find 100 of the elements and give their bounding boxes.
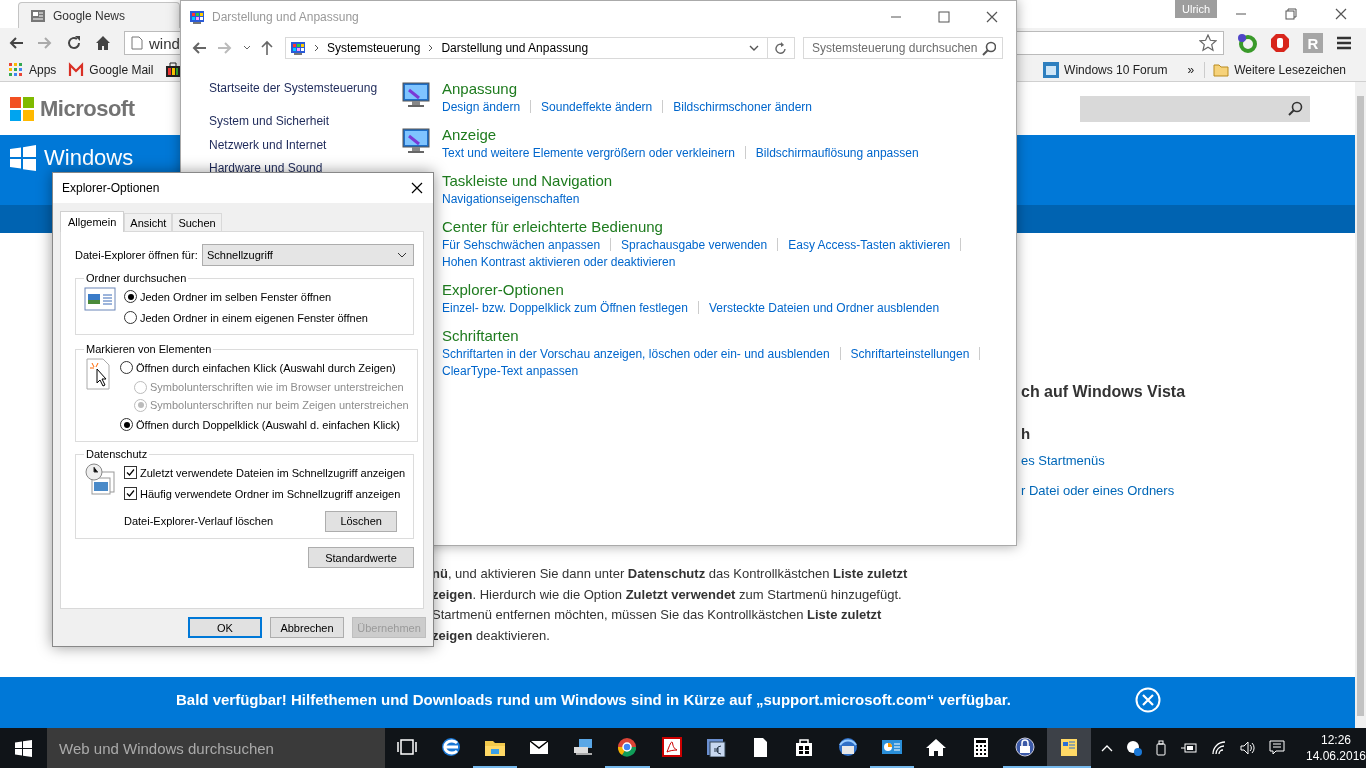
- category-link[interactable]: Bildschirmschoner ändern: [673, 99, 812, 114]
- category-title[interactable]: Explorer-Optionen: [442, 281, 940, 299]
- close-icon[interactable]: [411, 182, 423, 194]
- radio-button[interactable]: [124, 290, 137, 303]
- control-panel-icon: [290, 41, 306, 55]
- category-title[interactable]: Anpassung: [442, 80, 812, 98]
- nav-link[interactable]: Startseite der Systemsteuerung: [209, 81, 401, 95]
- category-link[interactable]: Navigationseigenschaften: [442, 191, 580, 206]
- nav-link[interactable]: Netzwerk und Internet: [209, 137, 401, 152]
- scrollbar[interactable]: [1355, 82, 1366, 728]
- stop-hand-icon[interactable]: [1270, 33, 1290, 53]
- radio-button[interactable]: [120, 418, 133, 431]
- tab[interactable]: Suchen: [172, 213, 222, 231]
- category-link[interactable]: Schriftarteinstellungen: [850, 346, 970, 361]
- news-favicon: [31, 9, 45, 22]
- category-link[interactable]: Versteckte Dateien und Ordner ausblenden: [708, 300, 940, 315]
- star-icon[interactable]: [1199, 34, 1217, 52]
- restore-icon[interactable]: [1285, 8, 1297, 20]
- category-link[interactable]: ClearType-Text anpassen: [442, 363, 579, 378]
- monitor-icon: [401, 80, 431, 108]
- close-icon[interactable]: [986, 11, 998, 23]
- dialog-button[interactable]: OK: [188, 617, 262, 638]
- category-link[interactable]: Für Sehschwächen anpassen: [442, 237, 601, 252]
- defaults-button[interactable]: Standardwerte: [308, 547, 414, 568]
- category-link[interactable]: Einzel- bzw. Doppelklick zum Öffnen festlegen: [442, 300, 688, 315]
- envelope-icon: [528, 737, 551, 757]
- maximize-icon[interactable]: [938, 11, 950, 23]
- category-link[interactable]: Bildschirmauflösung anpassen: [755, 145, 919, 160]
- radio-button[interactable]: [124, 311, 137, 324]
- up-arrow-icon[interactable]: [261, 40, 273, 56]
- category-title[interactable]: Center für erleichterte Bedienung: [442, 218, 972, 236]
- category-link[interactable]: Schriftarten in der Vorschau anzeigen, löschen oder ein- und ausblenden: [442, 346, 830, 361]
- nav-link[interactable]: System und Sicherheit: [209, 114, 401, 128]
- site-search-field[interactable]: [1080, 95, 1310, 122]
- taskbar-search-field[interactable]: Web und Windows durchsuchen: [47, 728, 385, 768]
- network-badge-icon[interactable]: [1125, 740, 1142, 756]
- bookmark-link[interactable]: Windows 10 Forum: [1064, 62, 1168, 77]
- reload-icon[interactable]: [66, 35, 82, 51]
- tab[interactable]: Allgemein: [60, 211, 125, 232]
- category-link[interactable]: Design ändern: [442, 99, 521, 114]
- clock-documents-icon: [84, 462, 116, 496]
- category-title[interactable]: Taskleiste und Navigation: [442, 172, 613, 190]
- checkbox[interactable]: [124, 487, 137, 500]
- radio-button[interactable]: [120, 361, 133, 374]
- window-title: Darstellung und Anpassung: [212, 10, 360, 24]
- dialog-button[interactable]: Abbrechen: [270, 617, 344, 638]
- address-bar[interactable]: Systemsteuerung Darstellung und Anpassung: [285, 37, 795, 59]
- more-bookmarks-button[interactable]: »: [1187, 62, 1195, 77]
- category-link[interactable]: Soundeffekte ändern: [541, 99, 653, 114]
- brand-name: Microsoft: [40, 95, 135, 122]
- clear-history-label: Datei-Explorer-Verlauf löschen: [124, 515, 274, 527]
- option-label: Häufig verwendete Ordner im Schnellzugriff anzeigen: [140, 487, 401, 500]
- volume-icon[interactable]: [1239, 741, 1256, 755]
- padlock-icon: [1013, 737, 1036, 757]
- round-browser-icon: [616, 737, 639, 757]
- article-text: zeigen deaktivieren.: [432, 626, 551, 645]
- category-title[interactable]: Schriftarten: [442, 327, 991, 345]
- nav-link[interactable]: Hardware und Sound: [209, 161, 401, 175]
- category-link[interactable]: Text und weitere Elemente vergrößern oder verkleinern: [442, 145, 735, 160]
- menu-icon[interactable]: [1336, 35, 1352, 51]
- category-link[interactable]: Sprachausgabe verwenden: [621, 237, 768, 252]
- article-link[interactable]: es Startmenüs: [1021, 453, 1355, 475]
- back-icon[interactable]: [8, 35, 24, 51]
- ring-badge-icon[interactable]: [1237, 33, 1257, 53]
- close-icon[interactable]: [1335, 8, 1347, 20]
- category-link[interactable]: Hohen Kontrast aktivieren oder deaktivieren: [442, 254, 676, 269]
- bookmark-folder[interactable]: Weitere Lesezeichen: [1234, 62, 1346, 77]
- clock[interactable]: 12:26 14.06.2016: [1305, 732, 1366, 764]
- chevron-down-icon[interactable]: [749, 45, 759, 51]
- bookmark-link[interactable]: Apps: [29, 62, 57, 77]
- chevron-up-icon[interactable]: [1100, 744, 1113, 752]
- notification-icon[interactable]: [1268, 740, 1285, 756]
- dropdown[interactable]: Schnellzugriff: [202, 244, 414, 266]
- category-title[interactable]: Anzeige: [442, 126, 919, 144]
- field-label: Datei-Explorer öffnen für:: [75, 249, 198, 261]
- four-squares-logo-icon: [10, 96, 34, 121]
- category-link[interactable]: Easy Access-Tasten aktivieren: [788, 237, 951, 252]
- browser-tab[interactable]: Google News: [18, 2, 180, 28]
- group-title: Ordner durchsuchen: [85, 272, 188, 284]
- dialog-title: Explorer-Optionen: [62, 181, 160, 195]
- breadcrumb-item[interactable]: Darstellung und Anpassung: [441, 41, 589, 55]
- dropdown-value: Schnellzugriff: [207, 249, 273, 261]
- taskbar-button[interactable]: [1046, 728, 1091, 768]
- clear-button[interactable]: Löschen: [325, 510, 398, 532]
- tab[interactable]: Ansicht: [124, 213, 173, 231]
- usb-drive-icon[interactable]: [1154, 740, 1167, 756]
- checkbox[interactable]: [124, 466, 137, 479]
- back-icon[interactable]: [191, 40, 207, 56]
- battery-plug-icon[interactable]: [1179, 741, 1198, 755]
- search-field[interactable]: Systemsteuerung durchsuchen: [803, 37, 1003, 59]
- caret-down-icon[interactable]: [243, 45, 251, 51]
- wifi-icon[interactable]: [1210, 741, 1227, 755]
- bookmark-link[interactable]: Google Mail: [89, 62, 154, 77]
- breadcrumb-item[interactable]: Systemsteuerung: [327, 41, 421, 55]
- page-icon: [131, 36, 143, 50]
- article-link[interactable]: r Datei oder eines Ordners: [1021, 483, 1355, 505]
- home-icon[interactable]: [95, 35, 111, 51]
- euro-window-icon: [704, 737, 727, 757]
- house-icon: [925, 737, 948, 757]
- letter-e-icon: [439, 737, 462, 757]
